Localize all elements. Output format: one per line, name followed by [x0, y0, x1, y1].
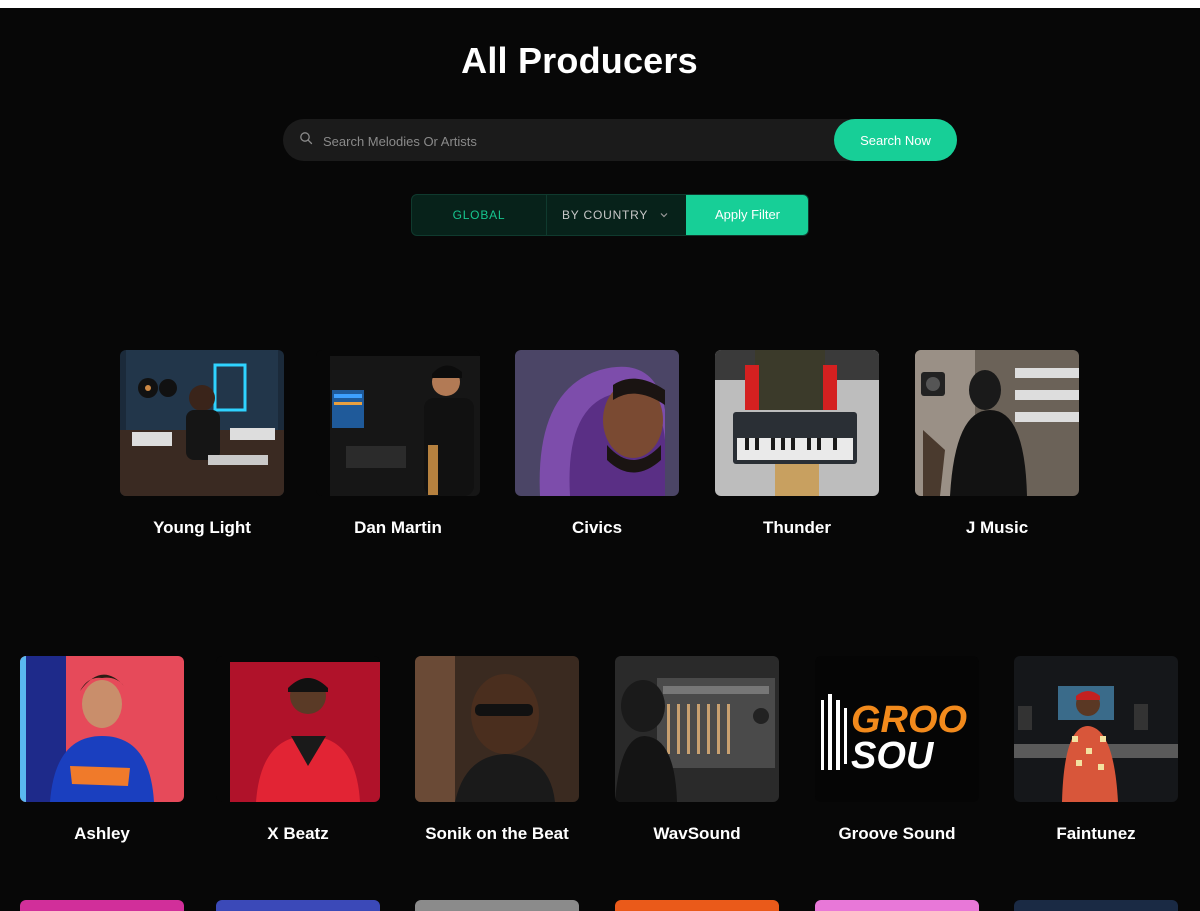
- producer-card-partial[interactable]: [20, 900, 184, 911]
- producers-page: All Producers Search Now GLOBAL BY COUNT…: [0, 0, 1200, 911]
- producer-photo: [316, 350, 480, 496]
- producer-name: Civics: [571, 518, 623, 537]
- producer-name: WavSound: [653, 824, 741, 843]
- producer-name: Groove Sound: [838, 824, 956, 843]
- producer-card[interactable]: Thunder: [715, 350, 879, 537]
- search-bar: Search Now: [283, 119, 957, 163]
- producer-card[interactable]: WavSound: [615, 656, 779, 843]
- producer-name: Young Light: [153, 518, 251, 537]
- producer-photo: [915, 350, 1079, 496]
- producer-card[interactable]: Faintunez: [1014, 656, 1178, 843]
- producer-photo: [515, 350, 679, 496]
- producer-card-partial[interactable]: [615, 900, 779, 911]
- producer-card-partial[interactable]: [1014, 900, 1178, 911]
- producer-photo: [120, 350, 284, 496]
- producer-photo: [715, 350, 879, 496]
- filter-bar: GLOBAL BY COUNTRY Apply Filter: [411, 194, 809, 236]
- filter-by-country-dropdown[interactable]: BY COUNTRY: [547, 195, 687, 235]
- search-input[interactable]: [321, 119, 825, 163]
- producer-photo: [216, 656, 380, 802]
- producer-card-partial[interactable]: [216, 900, 380, 911]
- producer-card[interactable]: Young Light: [120, 350, 284, 537]
- producer-card[interactable]: Civics: [515, 350, 679, 537]
- producer-card-partial[interactable]: [415, 900, 579, 911]
- top-band: [0, 0, 1200, 8]
- producer-name: Thunder: [763, 518, 831, 537]
- producer-photo: [615, 656, 779, 802]
- producer-photo: [1014, 656, 1178, 802]
- producer-name: Sonik on the Beat: [425, 824, 569, 843]
- search-icon: [300, 132, 313, 145]
- producer-card[interactable]: GROO SOU Groove Sound: [815, 656, 979, 843]
- producer-card-partial[interactable]: [815, 900, 979, 911]
- producer-card[interactable]: X Beatz: [216, 656, 380, 843]
- producer-logo: GROO SOU: [815, 656, 979, 802]
- producer-name: Dan Martin: [354, 518, 442, 537]
- filter-global-tab[interactable]: GLOBAL: [412, 195, 546, 235]
- producer-card[interactable]: J Music: [915, 350, 1079, 537]
- producer-name: Faintunez: [1056, 824, 1136, 843]
- page-title: All Producers: [461, 40, 698, 81]
- producer-card[interactable]: Dan Martin: [316, 350, 480, 537]
- producer-photo: [20, 656, 184, 802]
- chevron-down-icon: [660, 213, 668, 218]
- producer-card[interactable]: Sonik on the Beat: [415, 656, 579, 843]
- svg-text:SOU: SOU: [851, 735, 935, 777]
- filter-country-label: BY COUNTRY: [562, 208, 649, 222]
- producer-card[interactable]: Ashley: [20, 656, 184, 843]
- producer-name: J Music: [965, 518, 1029, 537]
- producer-photo: [415, 656, 579, 802]
- search-now-button[interactable]: Search Now: [834, 119, 957, 161]
- producer-name: Ashley: [74, 824, 130, 843]
- producer-name: X Beatz: [267, 824, 329, 843]
- apply-filter-button[interactable]: Apply Filter: [686, 195, 808, 235]
